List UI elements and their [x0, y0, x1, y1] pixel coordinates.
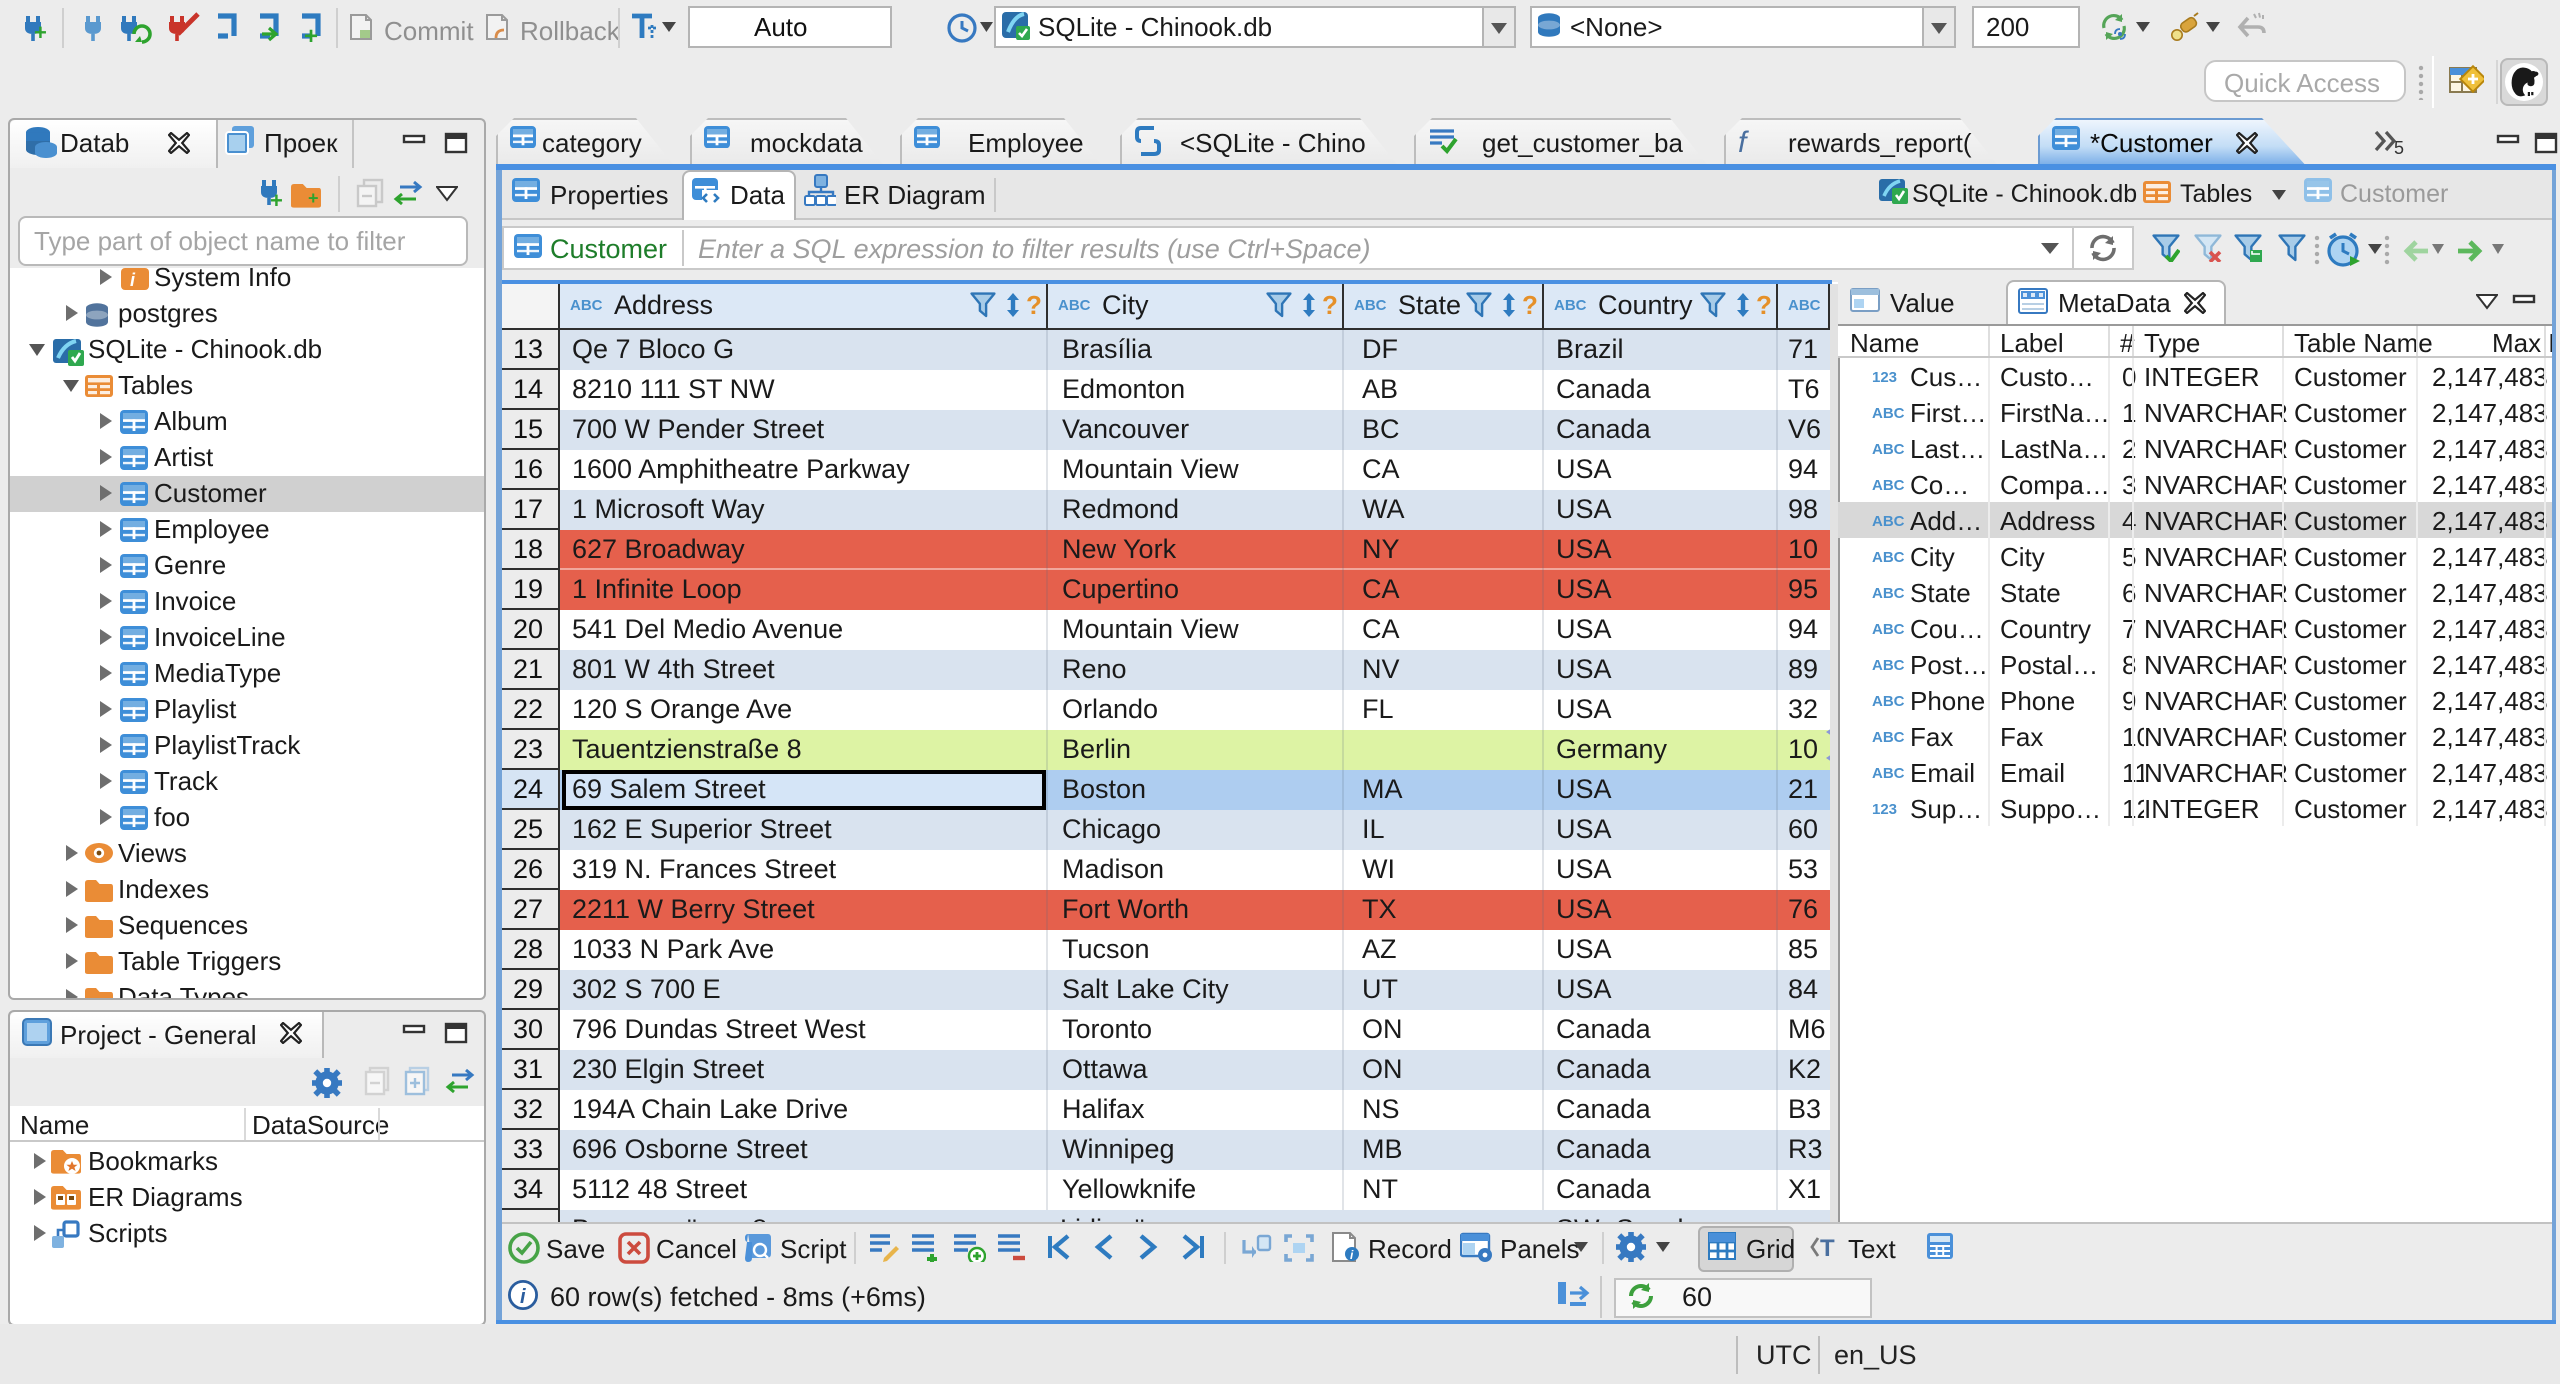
svg-text:5: 5: [2394, 138, 2404, 156]
svg-text:T: T: [1820, 1235, 1835, 1260]
svg-text:+: +: [308, 188, 319, 208]
svg-text:i: i: [520, 1286, 526, 1308]
